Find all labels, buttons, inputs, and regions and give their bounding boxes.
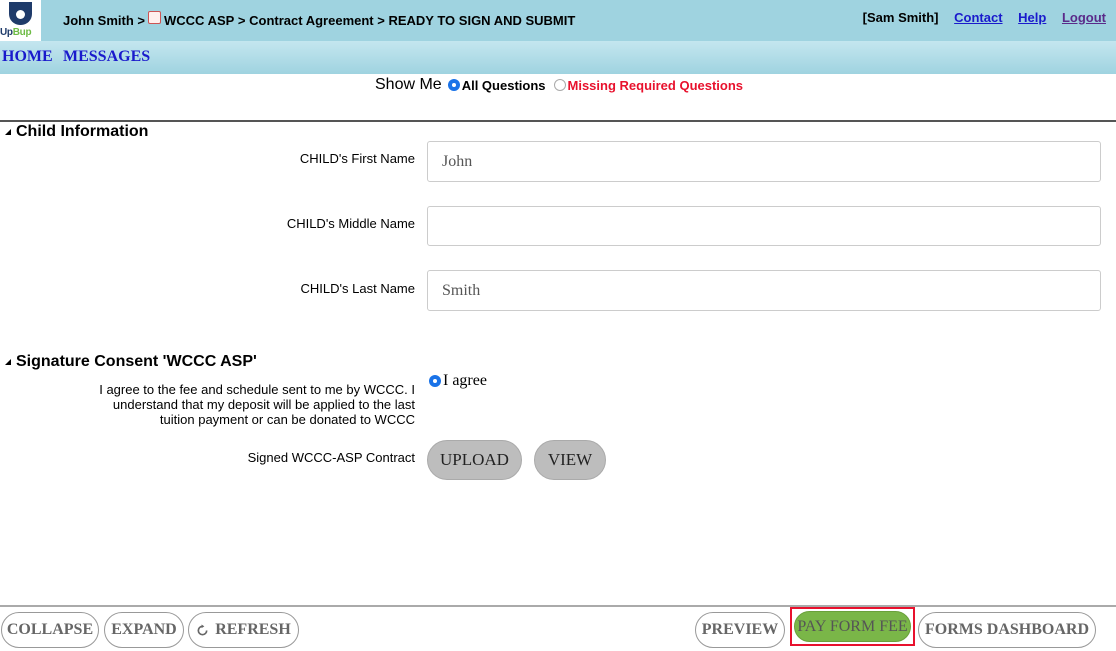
all-questions-radio[interactable] (447, 79, 460, 91)
logout-link[interactable]: Logout (1062, 10, 1106, 25)
middle-name-label: CHILD's Middle Name (286, 216, 415, 231)
logo-shield-icon (9, 2, 32, 25)
refresh-button[interactable]: REFRESH (188, 612, 299, 648)
current-user: [Sam Smith] (862, 10, 939, 25)
signature-section-header[interactable]: Signature Consent 'WCCC ASP' (5, 353, 257, 371)
upload-button[interactable]: UPLOAD (427, 440, 522, 480)
user-links: [Sam Smith] Contact Help Logout (863, 10, 1106, 25)
nav-messages[interactable]: MESSAGES (63, 48, 150, 66)
section-divider (0, 120, 1116, 122)
breadcrumb-separator: > (377, 13, 385, 28)
agree-label[interactable]: I agree (443, 372, 487, 390)
view-button[interactable]: VIEW (534, 440, 606, 480)
agree-option[interactable]: I agree (429, 372, 487, 390)
organization-logo-icon (148, 11, 161, 24)
footer-divider (0, 605, 1116, 607)
show-me-filter: Show Me All Questions Missing Required Q… (375, 76, 751, 94)
breadcrumb: John Smith > WCCC ASP > Contract Agreeme… (63, 11, 576, 28)
last-name-label: CHILD's Last Name (300, 281, 415, 296)
upbup-logo[interactable]: UpBup (0, 0, 41, 41)
missing-questions-radio[interactable] (553, 79, 566, 91)
nav-home[interactable]: HOME (2, 48, 53, 66)
forms-dashboard-button[interactable]: FORMS DASHBOARD (918, 612, 1096, 648)
collapse-triangle-icon (5, 359, 11, 365)
refresh-label: REFRESH (215, 621, 291, 638)
first-name-label: CHILD's First Name (299, 151, 415, 166)
missing-questions-label[interactable]: Missing Required Questions (568, 78, 744, 93)
child-info-section-header[interactable]: Child Information (5, 123, 148, 141)
breadcrumb-form[interactable]: Contract Agreement (249, 13, 373, 28)
pay-form-fee-button[interactable]: PAY FORM FEE (794, 611, 911, 642)
middle-name-input[interactable] (427, 206, 1101, 246)
consent-text: I agree to the fee and schedule sent to … (99, 382, 415, 427)
all-questions-label[interactable]: All Questions (462, 78, 546, 93)
breadcrumb-organization[interactable]: WCCC ASP (164, 13, 234, 28)
nav-bar: HOME MESSAGES (0, 41, 1116, 74)
refresh-icon (197, 623, 208, 635)
breadcrumb-separator: > (137, 13, 145, 28)
logo-lettering: UpBup (0, 27, 32, 38)
breadcrumb-separator: > (237, 13, 246, 28)
agree-radio[interactable] (429, 375, 441, 387)
contact-link[interactable]: Contact (954, 10, 1002, 25)
help-link[interactable]: Help (1018, 10, 1046, 25)
preview-button[interactable]: PREVIEW (695, 612, 785, 648)
breadcrumb-child[interactable]: John Smith (63, 13, 134, 28)
signed-contract-label: Signed WCCC-ASP Contract (247, 450, 415, 465)
first-name-input[interactable] (427, 141, 1101, 182)
section-title: Signature Consent 'WCCC ASP' (16, 353, 257, 370)
collapse-triangle-icon (5, 129, 11, 135)
top-header: UpBup John Smith > WCCC ASP > Contract A… (0, 0, 1116, 41)
section-title: Child Information (16, 123, 149, 140)
last-name-input[interactable] (427, 270, 1101, 311)
show-me-label: Show Me (375, 76, 442, 93)
expand-button[interactable]: EXPAND (104, 612, 184, 648)
breadcrumb-status: READY TO SIGN AND SUBMIT (388, 13, 576, 28)
collapse-button[interactable]: COLLAPSE (1, 612, 99, 648)
